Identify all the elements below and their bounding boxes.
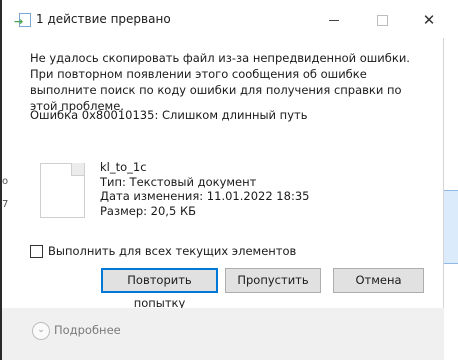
footer: ⌄ Подробнее bbox=[2, 308, 444, 360]
file-type: Тип: Текстовый документ bbox=[100, 174, 257, 189]
skip-button[interactable]: Пропустить bbox=[225, 268, 321, 293]
background-window-edge bbox=[443, 38, 458, 360]
maximize-icon bbox=[377, 15, 388, 26]
text-document-icon bbox=[40, 163, 85, 218]
file-name: kl_to_1c bbox=[100, 160, 147, 174]
minimize-button[interactable] bbox=[320, 6, 348, 34]
file-modified: Дата изменения: 11.01.2022 18:35 bbox=[100, 189, 310, 203]
apply-all-label[interactable]: Выполнить для всех текущих элементов bbox=[48, 244, 296, 258]
background-text-fragment: o bbox=[2, 176, 9, 187]
error-message: Не удалось скопировать файл из-за непред… bbox=[30, 51, 410, 113]
maximize-button bbox=[368, 6, 396, 34]
file-size: Размер: 20,5 КБ bbox=[100, 203, 196, 218]
retry-button[interactable]: Повторить попытку bbox=[101, 268, 218, 310]
copy-progress-icon: → bbox=[14, 13, 31, 27]
minimize-icon bbox=[329, 20, 339, 21]
background-text-fragment: 7 bbox=[2, 199, 9, 210]
more-details-link[interactable]: Подробнее bbox=[54, 323, 121, 337]
background-selection bbox=[444, 190, 458, 264]
file-info: kl_to_1c Тип: Текстовый документ Дата из… bbox=[100, 160, 309, 218]
window-title: 1 действие прервано bbox=[36, 12, 171, 26]
title-bar[interactable]: → 1 действие прервано ✕ bbox=[2, 0, 444, 38]
apply-all-checkbox[interactable] bbox=[30, 245, 43, 258]
error-dialog: → 1 действие прервано ✕ Не удалось скопи… bbox=[0, 0, 458, 360]
chevron-down-icon[interactable]: ⌄ bbox=[32, 322, 50, 340]
close-icon: ✕ bbox=[422, 11, 436, 29]
error-code: Ошибка 0x80010135: Слишком длинный путь bbox=[30, 108, 308, 122]
close-button[interactable]: ✕ bbox=[415, 6, 443, 34]
cancel-button[interactable]: Отмена bbox=[333, 268, 424, 293]
